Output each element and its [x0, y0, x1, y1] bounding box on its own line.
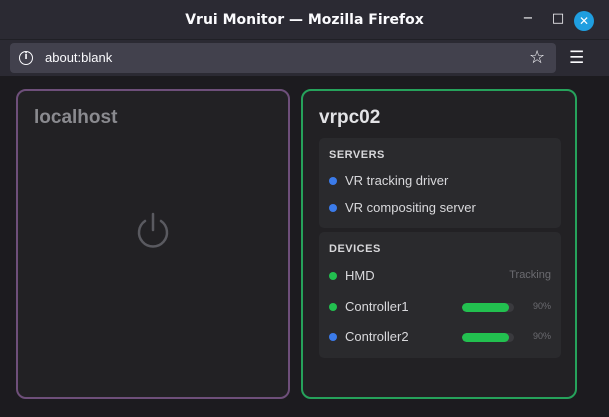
host-name: vrpc02 [319, 107, 381, 128]
battery-bar [462, 333, 514, 342]
host-name: localhost [34, 107, 118, 128]
minimize-button[interactable]: − [521, 12, 535, 26]
device-item: Controller1 90% [329, 298, 551, 316]
server-item: VR compositing server [329, 199, 551, 217]
status-dot [329, 204, 337, 212]
status-dot [329, 303, 337, 311]
battery-bar-fill [462, 303, 509, 312]
host-card-localhost[interactable]: localhost [16, 89, 290, 399]
battery-percent: 90% [532, 301, 551, 311]
devices-section: DEVICES HMD Tracking Controller1 90% Con… [319, 232, 561, 358]
battery-percent: 90% [532, 331, 551, 341]
server-item: VR tracking driver [329, 172, 551, 190]
servers-section: SERVERS VR tracking driver VR compositin… [319, 138, 561, 228]
hamburger-menu-icon[interactable]: ☰ [569, 48, 584, 68]
status-dot [329, 177, 337, 185]
battery-bar-fill [462, 333, 509, 342]
devices-heading: DEVICES [329, 243, 381, 255]
window-title: Vrui Monitor — Mozilla Firefox [185, 12, 424, 28]
device-label: HMD [345, 268, 375, 283]
battery-bar [462, 303, 514, 312]
close-button[interactable]: ✕ [574, 11, 594, 31]
host-card-vrpc02[interactable]: vrpc02 SERVERS VR tracking driver VR com… [301, 89, 577, 399]
status-dot [329, 272, 337, 280]
star-icon[interactable]: ☆ [529, 47, 545, 69]
status-dot [329, 333, 337, 341]
power-icon[interactable] [135, 212, 171, 250]
device-status: Tracking [509, 269, 551, 281]
address-bar-url[interactable]: about:blank [45, 50, 112, 65]
device-item: Controller2 90% [329, 328, 551, 346]
server-label: VR compositing server [345, 200, 476, 215]
device-label: Controller2 [345, 329, 409, 344]
window-titlebar: Vrui Monitor — Mozilla Firefox − □ ✕ [0, 0, 609, 40]
device-item: HMD Tracking [329, 267, 551, 285]
device-label: Controller1 [345, 299, 409, 314]
maximize-button[interactable]: □ [551, 12, 565, 26]
info-icon[interactable]: i [19, 51, 33, 65]
servers-heading: SERVERS [329, 149, 385, 161]
server-label: VR tracking driver [345, 173, 449, 188]
